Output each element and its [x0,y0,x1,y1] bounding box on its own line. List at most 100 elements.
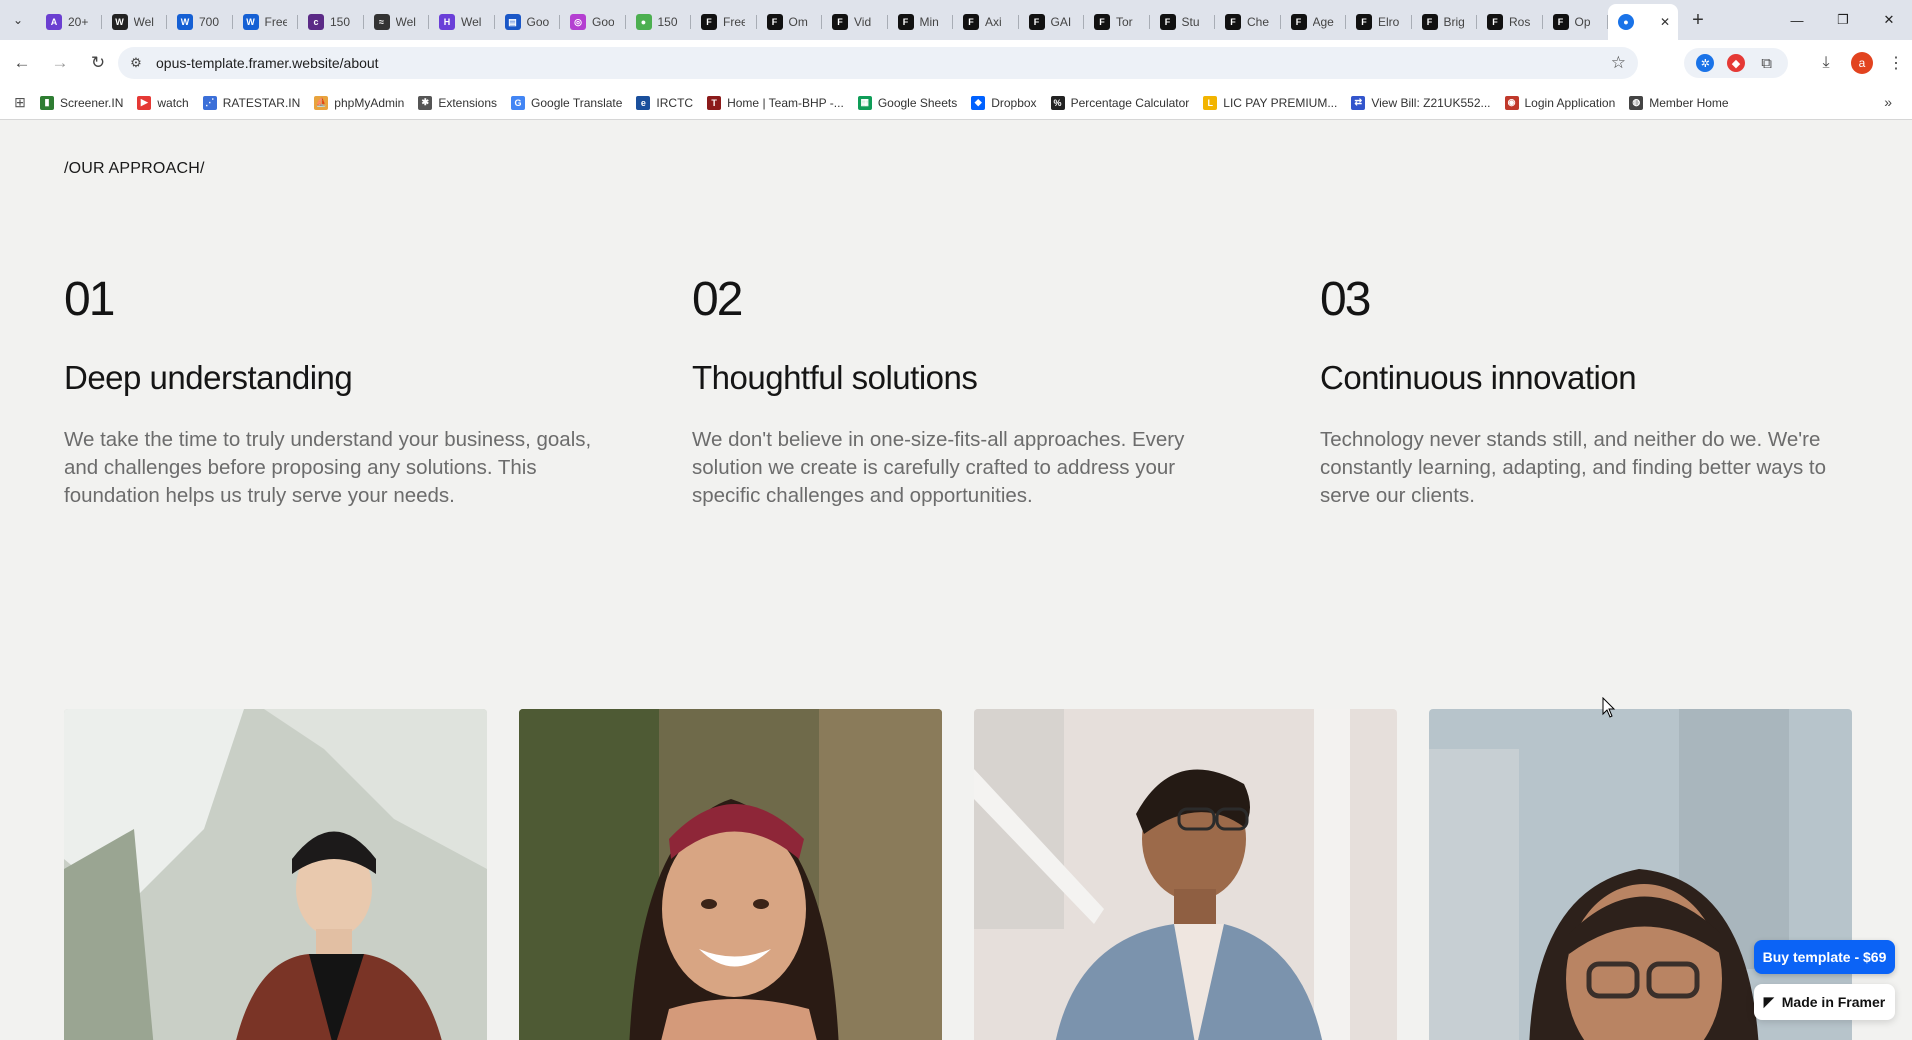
tab-title: Free [264,15,287,29]
browser-tab[interactable]: W 700 [167,6,233,38]
browser-tab-active[interactable]: ● ✕ [1608,4,1678,40]
browser-tab[interactable]: H Wel [429,6,495,38]
download-icon[interactable]: ⤓ [1814,48,1838,78]
tab-favicon-icon: F [1552,14,1569,30]
browser-tab[interactable]: F Stu [1150,6,1216,38]
team-photo-2 [519,709,942,1040]
browser-tab[interactable]: F Vid [822,6,888,38]
bookmark-item[interactable]: ◉ Login Application [1504,95,1616,110]
profile-avatar[interactable]: a [1850,48,1874,78]
browser-tab[interactable]: F Om [757,6,823,38]
tab-title: 150 [330,15,351,29]
bookmark-icon: ◍ [1629,95,1644,110]
bookmark-star-icon[interactable]: ☆ [1611,53,1626,73]
browser-tab[interactable]: W Free [233,6,299,38]
bookmarks-overflow-icon[interactable]: » [1884,94,1892,110]
made-in-framer-badge[interactable]: ◤ Made in Framer [1754,984,1895,1020]
made-in-framer-label: Made in Framer [1781,994,1886,1010]
avatar[interactable]: a [1851,52,1873,74]
bookmark-icon: e [636,95,651,110]
browser-tab[interactable]: F Elro [1346,6,1412,38]
bookmark-item[interactable]: % Percentage Calculator [1050,95,1190,110]
tab-title: 20+ [68,15,89,29]
browser-tab[interactable]: ● 150 [626,6,692,38]
browser-tab[interactable]: F Op [1543,6,1609,38]
browser-tab[interactable]: F Tor [1084,6,1150,38]
browser-tab[interactable]: F Brig [1412,6,1478,38]
bookmark-label: Login Application [1524,95,1616,110]
tab-title: Age [1312,15,1334,29]
team-photo-3 [974,709,1397,1040]
tab-favicon-icon: ● [1618,14,1634,30]
restore-icon[interactable]: ❐ [1820,0,1866,40]
tab-favicon-icon: F [1094,14,1110,30]
bookmark-item[interactable]: ◍ Member Home [1629,95,1729,110]
bookmark-icon: % [1050,95,1065,110]
browser-tab[interactable]: ◎ Goo [560,6,626,38]
close-tab-icon[interactable]: ✕ [1660,15,1670,29]
browser-tab[interactable]: F Che [1215,6,1281,38]
bookmark-item[interactable]: ▮ Screener.IN [40,95,123,110]
browser-tab[interactable]: W Wel [102,6,168,38]
bookmark-label: LIC PAY PREMIUM... [1223,95,1338,110]
mouse-cursor-icon [1602,697,1616,718]
tab-title: 700 [199,15,220,29]
tab-title: Free [723,15,745,29]
tab-favicon-icon: F [1487,14,1503,30]
tab-title: Ros [1509,15,1531,29]
browser-tab[interactable]: c 150 [298,6,364,38]
bookmark-item[interactable]: ⋰ RATESTAR.IN [202,95,300,110]
approach-description: Technology never stands still, and neith… [1320,428,1826,508]
buy-template-button[interactable]: Buy template - $69 [1754,940,1895,974]
reload-icon[interactable]: ↻ [82,47,114,79]
close-window-icon[interactable]: ✕ [1866,0,1912,40]
tab-favicon-icon: W [242,14,259,30]
tab-favicon-icon: F [1159,14,1176,30]
apps-grid-icon[interactable]: ⊞ [0,94,40,111]
bookmark-item[interactable]: ✱ Extensions [418,95,497,110]
browser-tab[interactable]: F Ros [1477,6,1543,38]
bookmark-item[interactable]: ⇄ View Bill: Z21UK552... [1351,95,1491,110]
back-arrow-icon[interactable]: ← [6,47,38,79]
tab-title: Wel [395,15,416,29]
bookmark-item[interactable]: G Google Translate [511,95,622,110]
browser-tab[interactable]: F Min [888,6,954,38]
bookmark-list: ▮ Screener.IN ▶ watch ⋰ RATESTAR.IN ⛵ phpMyAdmi… [40,95,1743,110]
browser-tab[interactable]: F Free [691,6,757,38]
tab-title: Vid [854,15,872,29]
minimize-icon[interactable]: — [1774,0,1820,40]
bookmark-label: Percentage Calculator [1070,95,1190,110]
section-label: /OUR APPROACH/ [64,160,205,177]
browser-tab[interactable]: F Axi [953,6,1019,38]
extension-shield-icon[interactable]: ◆ [1726,54,1745,72]
site-info-icon[interactable]: ⚙ [118,55,154,71]
extensions-group: ✲ ◆ ⧉ [1684,48,1788,78]
extension-blue-icon[interactable]: ✲ [1696,54,1715,72]
bookmark-item[interactable]: e IRCTC [636,95,693,110]
url-text[interactable]: opus-template.framer.website/about [156,55,379,71]
bookmark-item[interactable]: T Home | Team-BHP -... [707,95,844,110]
browser-tab[interactable]: ≈ Wel [364,6,430,38]
browser-tab[interactable]: A 20+ [36,6,102,38]
bookmark-item[interactable]: ⛵ phpMyAdmin [314,95,404,110]
menu-kebab-icon[interactable]: ⋮ [1886,48,1906,78]
bookmark-item[interactable]: ◆ Dropbox [971,95,1037,110]
new-tab-button[interactable]: + [1678,0,1718,40]
bookmark-item[interactable]: L LIC PAY PREMIUM... [1203,95,1338,110]
bookmark-item[interactable]: ▶ watch [137,95,189,110]
bookmark-item[interactable]: ▦ Google Sheets [857,95,957,110]
forward-arrow-icon[interactable]: → [44,47,76,79]
approach-number: 03 [1320,273,1371,326]
tab-title: 150 [657,15,678,29]
address-bar[interactable]: ⚙ opus-template.framer.website/about ☆ [118,47,1638,79]
browser-tab[interactable]: F GAI [1019,6,1085,38]
bookmark-icon: ⋰ [202,95,217,110]
approach-heading: Continuous innovation [1320,359,1637,396]
browser-tab[interactable]: ▤ Goo [495,6,561,38]
tab-favicon-icon: H [439,14,455,30]
extensions-puzzle-icon[interactable]: ⧉ [1758,54,1776,72]
tab-search-chevron-icon[interactable]: ⌄ [0,0,36,40]
browser-tab[interactable]: F Age [1281,6,1347,38]
bookmark-icon: ▶ [137,95,152,110]
bookmark-label: Member Home [1649,95,1729,110]
